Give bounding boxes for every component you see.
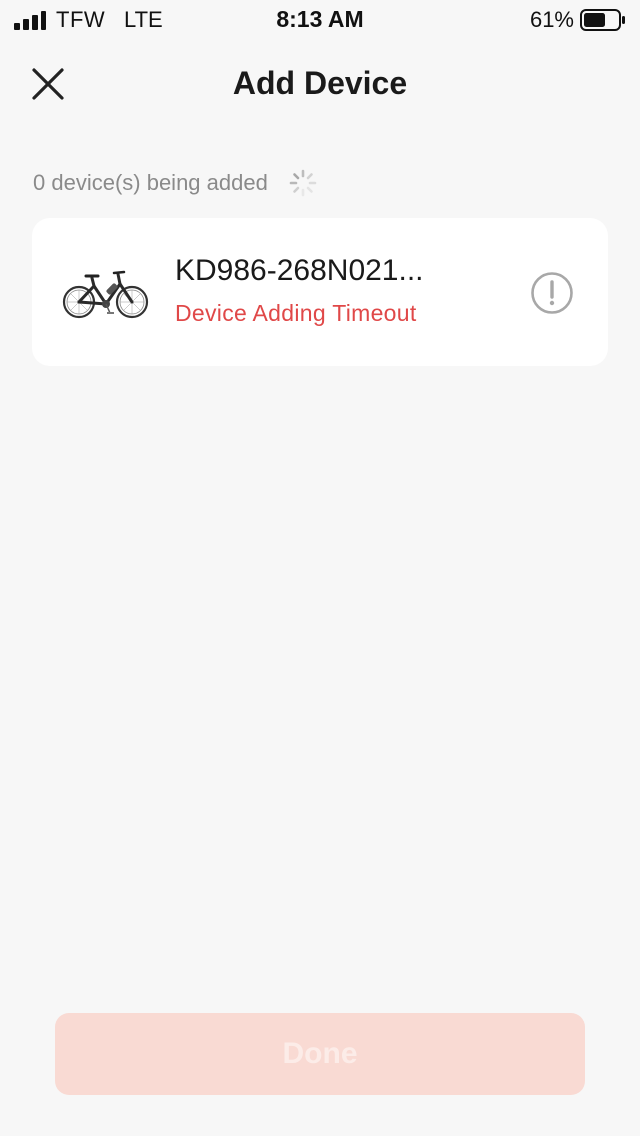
devices-being-added-label: 0 device(s) being added <box>33 170 268 195</box>
battery-percent: 61% <box>529 7 574 32</box>
done-button[interactable]: Done <box>55 1013 585 1095</box>
loading-spinner-icon <box>289 169 317 197</box>
battery-icon <box>580 9 625 31</box>
device-name: KD986-268N021... <box>175 254 424 287</box>
nav-bar: Add Device <box>0 44 640 124</box>
status-bar: TFW LTE 8:13 AM 61% <box>0 0 640 40</box>
electric-bike-icon <box>62 270 149 319</box>
device-card[interactable]: KD986-268N021... Device Adding Timeout <box>32 218 608 366</box>
alert-circle-icon[interactable] <box>530 271 574 315</box>
device-status: Device Adding Timeout <box>175 300 417 326</box>
page-title: Add Device <box>232 65 408 101</box>
adding-status-header: 0 device(s) being added <box>33 168 318 198</box>
